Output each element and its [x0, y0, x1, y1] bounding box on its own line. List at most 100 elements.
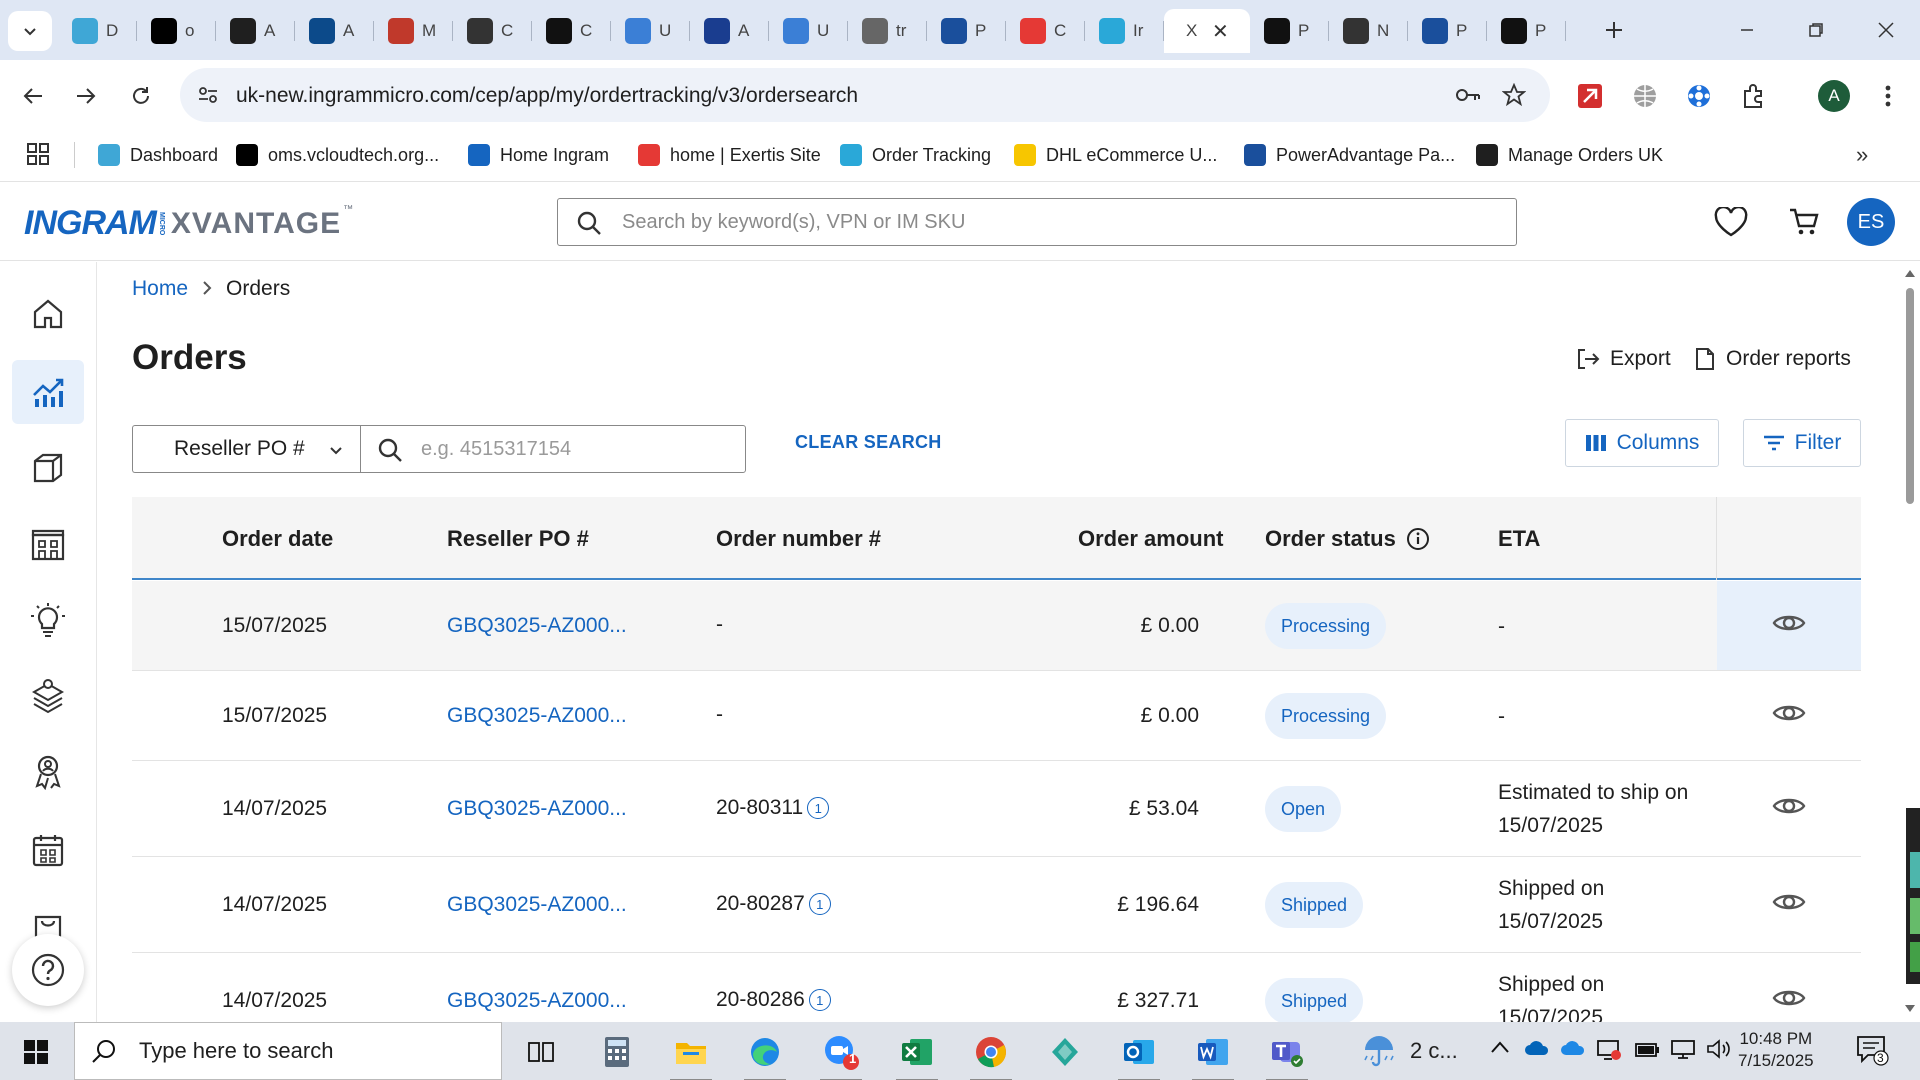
chrome-profile-avatar[interactable]: A	[1818, 80, 1850, 112]
columns-button[interactable]: Columns	[1565, 419, 1719, 467]
nav-orders-chart-icon[interactable]	[12, 360, 84, 424]
notification-center-icon[interactable]: 3	[1855, 1034, 1889, 1072]
view-order-button[interactable]	[1717, 581, 1861, 670]
cell-reseller-po-link[interactable]: GBQ3025-AZ000...	[447, 893, 627, 917]
back-button[interactable]	[15, 78, 51, 114]
browser-tab[interactable]: A	[690, 9, 769, 53]
file-explorer-app-icon[interactable]	[662, 1029, 720, 1080]
browser-tab[interactable]: U	[769, 9, 848, 53]
start-button[interactable]	[6, 1029, 66, 1075]
outlook-app-icon[interactable]	[1110, 1029, 1168, 1080]
table-row[interactable]: 15/07/2025 GBQ3025-AZ000... - £ 0.00 Process…	[132, 581, 1861, 671]
browser-tab[interactable]: Ir	[1085, 9, 1164, 53]
view-order-button[interactable]	[1717, 953, 1861, 1022]
browser-tab[interactable]: A	[295, 9, 374, 53]
bookmark-item[interactable]: oms.vcloudtech.org...	[236, 138, 439, 172]
weather-icon[interactable]	[1362, 1034, 1396, 1074]
pdf-extension-icon[interactable]	[1572, 78, 1608, 114]
scrollbar-thumb[interactable]	[1906, 288, 1914, 504]
password-key-icon[interactable]	[1454, 81, 1482, 109]
browser-tab[interactable]: A	[216, 9, 295, 53]
network-icon[interactable]	[1670, 1038, 1696, 1066]
globe-extension-icon[interactable]	[1627, 78, 1663, 114]
browser-tab[interactable]: P	[1408, 9, 1487, 53]
cell-reseller-po-link[interactable]: GBQ3025-AZ000...	[447, 704, 627, 728]
new-tab-button[interactable]	[1598, 14, 1630, 46]
close-window-button[interactable]	[1866, 12, 1906, 48]
order-info-icon[interactable]: 1	[807, 797, 830, 819]
browser-tab[interactable]: o	[137, 9, 216, 53]
taskbar-clock[interactable]: 10:48 PM 7/15/2025	[1738, 1028, 1814, 1072]
browser-tab[interactable]: P	[1487, 9, 1566, 53]
ingram-xvantage-logo[interactable]: INGRAM MICRO XVANTAGE ™	[24, 204, 353, 243]
header-order-date[interactable]: Order date	[222, 526, 333, 552]
extensions-puzzle-icon[interactable]	[1736, 78, 1772, 114]
vpn-extension-icon[interactable]	[1681, 78, 1717, 114]
side-widget-strip[interactable]	[1906, 808, 1920, 984]
reload-button[interactable]	[123, 78, 159, 114]
nav-partner-icon[interactable]	[12, 740, 84, 804]
browser-tab[interactable]: tr	[848, 9, 927, 53]
order-info-icon[interactable]: 1	[808, 893, 831, 915]
order-search-input[interactable]	[421, 434, 731, 464]
bookmark-item[interactable]: Dashboard	[98, 138, 218, 172]
bookmark-star-icon[interactable]	[1500, 81, 1528, 109]
bookmark-item[interactable]: Manage Orders UK	[1476, 138, 1663, 172]
header-order-amount[interactable]: Order amount	[1078, 526, 1223, 552]
export-button[interactable]: Export	[1576, 347, 1671, 371]
browser-tab[interactable]: C	[1006, 9, 1085, 53]
browser-tab[interactable]: C	[453, 9, 532, 53]
order-info-icon[interactable]: 1	[808, 989, 831, 1011]
tray-chevron-up-icon[interactable]	[1490, 1038, 1510, 1061]
battery-icon[interactable]	[1634, 1038, 1660, 1066]
taskbar-search[interactable]: Type here to search	[74, 1022, 502, 1080]
bookmark-item[interactable]: DHL eCommerce U...	[1014, 138, 1217, 172]
browser-tab[interactable]: M	[374, 9, 453, 53]
nav-home-icon[interactable]	[12, 282, 84, 346]
teams-app-icon[interactable]	[1258, 1029, 1316, 1080]
cell-reseller-po-link[interactable]: GBQ3025-AZ000...	[447, 797, 627, 821]
browser-tab[interactable]: P	[927, 9, 1006, 53]
bookmark-item[interactable]: home | Exertis Site	[638, 138, 821, 172]
nav-lightbulb-icon[interactable]	[12, 588, 84, 652]
table-row[interactable]: 14/07/2025 GBQ3025-AZ000... 20-80286 1 £ 327…	[132, 953, 1861, 1022]
browser-tab[interactable]: C	[532, 9, 611, 53]
cell-reseller-po-link[interactable]: GBQ3025-AZ000...	[447, 989, 627, 1013]
edge-app-icon[interactable]	[736, 1029, 794, 1080]
site-info-icon[interactable]	[194, 81, 222, 109]
cart-icon[interactable]	[1786, 204, 1822, 240]
search-field-select[interactable]: Reseller PO #	[132, 425, 362, 473]
browser-tab[interactable]: P	[1250, 9, 1329, 53]
table-row[interactable]: 14/07/2025 GBQ3025-AZ000... 20-80311 1 £ 53.…	[132, 761, 1861, 857]
cell-reseller-po-link[interactable]: GBQ3025-AZ000...	[447, 614, 627, 638]
view-order-button[interactable]	[1717, 761, 1861, 856]
display-alert-icon[interactable]	[1596, 1038, 1622, 1068]
product-search-input[interactable]	[622, 207, 1502, 237]
breadcrumb-home-link[interactable]: Home	[132, 277, 188, 301]
nav-products-box-icon[interactable]	[12, 436, 84, 500]
view-order-button[interactable]	[1717, 857, 1861, 952]
filter-button[interactable]: Filter	[1743, 419, 1861, 467]
header-reseller-po[interactable]: Reseller PO #	[447, 526, 589, 552]
close-tab-icon[interactable]: ✕	[1212, 19, 1229, 44]
restore-button[interactable]	[1796, 12, 1836, 48]
user-avatar[interactable]: ES	[1847, 198, 1895, 246]
browser-tab[interactable]: U	[611, 9, 690, 53]
task-view-icon[interactable]	[512, 1029, 570, 1075]
bookmark-item[interactable]: Home Ingram	[468, 138, 609, 172]
onedrive-cloud-icon[interactable]	[1560, 1038, 1586, 1062]
chrome-app-icon[interactable]	[962, 1029, 1020, 1080]
zoom-app-icon[interactable]: 1	[812, 1029, 870, 1080]
browser-tab[interactable]: N	[1329, 9, 1408, 53]
bookmark-item[interactable]: PowerAdvantage Pa...	[1244, 138, 1455, 172]
favorites-heart-icon[interactable]	[1713, 204, 1749, 240]
header-order-number[interactable]: Order number #	[716, 526, 881, 552]
tab-search-button[interactable]	[8, 11, 52, 51]
info-icon[interactable]	[1406, 527, 1430, 551]
browser-tab[interactable]: X ✕	[1164, 9, 1250, 53]
help-button[interactable]	[12, 934, 84, 1006]
volume-icon[interactable]	[1706, 1038, 1732, 1066]
browser-tab[interactable]: D	[58, 9, 137, 53]
scroll-down-icon[interactable]	[1904, 1004, 1916, 1014]
weather-text[interactable]: 2 c...	[1410, 1038, 1458, 1064]
